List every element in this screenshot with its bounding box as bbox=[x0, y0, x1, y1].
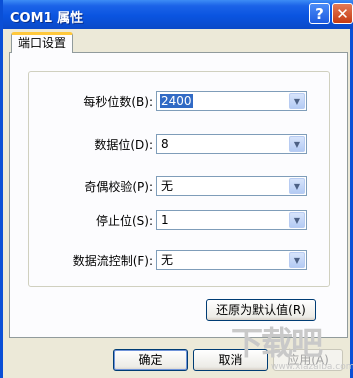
data-bits-select[interactable]: 8 ▼ bbox=[156, 134, 307, 154]
close-icon: ✕ bbox=[336, 4, 349, 23]
help-icon: ? bbox=[315, 4, 324, 23]
window-title: COM1 属性 bbox=[10, 11, 84, 26]
bits-per-second-value: 2400 bbox=[160, 94, 193, 108]
chevron-down-icon[interactable]: ▼ bbox=[289, 136, 305, 152]
parity-label: 奇偶校验(P): bbox=[84, 180, 153, 194]
tab-port-settings[interactable]: 端口设置 bbox=[11, 32, 73, 53]
stop-bits-label: 停止位(S): bbox=[95, 214, 153, 228]
flow-control-label: 数据流控制(F): bbox=[72, 254, 153, 268]
parity-select[interactable]: 无 ▼ bbox=[156, 176, 307, 196]
watermark-logo: 下载吧 bbox=[231, 324, 323, 362]
data-bits-value: 8 bbox=[161, 137, 169, 151]
flow-control-select[interactable]: 无 ▼ bbox=[156, 250, 307, 270]
ok-button[interactable]: 确定 bbox=[113, 349, 188, 371]
flow-control-value: 无 bbox=[161, 253, 174, 267]
title-bar[interactable]: COM1 属性 ? ✕ bbox=[3, 0, 353, 29]
data-bits-label: 数据位(D): bbox=[94, 138, 153, 152]
stop-bits-select[interactable]: 1 ▼ bbox=[156, 210, 307, 230]
chevron-down-icon[interactable]: ▼ bbox=[289, 178, 305, 194]
close-button[interactable]: ✕ bbox=[332, 3, 353, 24]
chevron-down-icon[interactable]: ▼ bbox=[289, 212, 305, 228]
parity-value: 无 bbox=[161, 179, 174, 193]
chevron-down-icon[interactable]: ▼ bbox=[289, 252, 305, 268]
watermark-url: www.xiazaiba.com bbox=[271, 362, 353, 372]
watermark: 下载吧 www.xiazaiba.com bbox=[231, 318, 353, 376]
chevron-down-icon[interactable]: ▼ bbox=[289, 93, 305, 109]
help-button[interactable]: ? bbox=[309, 3, 330, 24]
tab-panel: 每秒位数(B): 2400 ▼ 数据位(D): 8 ▼ 奇偶校验(P): 无 ▼… bbox=[9, 52, 348, 338]
dialog-window: COM1 属性 ? ✕ 端口设置 每秒位数(B): 2400 ▼ 数据位(D):… bbox=[0, 0, 353, 378]
bits-per-second-select[interactable]: 2400 ▼ bbox=[156, 91, 307, 111]
settings-group: 每秒位数(B): 2400 ▼ 数据位(D): 8 ▼ 奇偶校验(P): 无 ▼… bbox=[28, 71, 330, 287]
stop-bits-value: 1 bbox=[161, 213, 169, 227]
bits-per-second-label: 每秒位数(B): bbox=[83, 95, 153, 109]
